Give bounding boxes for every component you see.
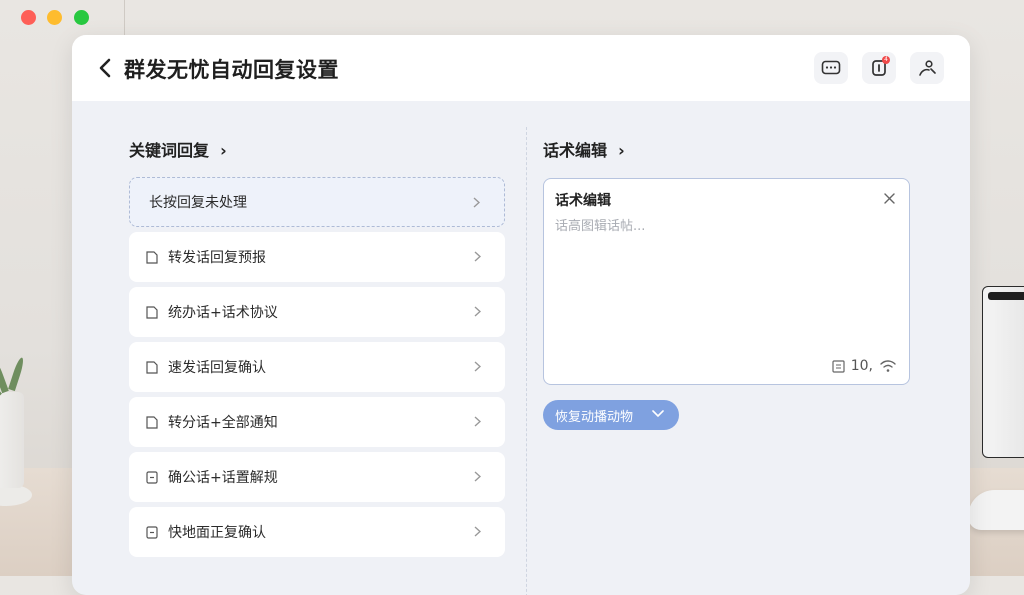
list-item-label: 转发话回复预报 — [168, 250, 266, 266]
list-item-label: 快地面正复确认 — [168, 525, 266, 541]
router-top — [988, 292, 1024, 300]
action-dropdown[interactable]: 恢复动播动物 — [543, 400, 679, 430]
router-device — [982, 286, 1024, 458]
document-icon — [146, 305, 158, 319]
list-item-label: 转分话+全部通知 — [168, 415, 278, 431]
chevron-right-icon — [473, 197, 480, 208]
plant-leaf — [8, 356, 26, 392]
back-arrow-icon[interactable] — [94, 53, 118, 83]
column-divider — [526, 127, 527, 595]
page-title: 群发无忧自动回复设置 — [124, 58, 339, 82]
chevron-right-icon — [474, 306, 481, 317]
editor-placeholder[interactable]: 话高图辑话帖... — [555, 215, 645, 234]
list-item[interactable]: 快地面正复确认 — [129, 507, 505, 557]
document-icon — [146, 250, 158, 264]
image-icon[interactable] — [832, 359, 845, 373]
document-icon — [146, 470, 158, 484]
list-item-label: 速发话回复确认 — [168, 360, 266, 376]
script-edit-title-text: 话术编辑 — [543, 141, 608, 160]
close-window-button[interactable] — [21, 10, 36, 25]
wifi-icon[interactable] — [879, 359, 897, 373]
close-icon[interactable] — [884, 193, 895, 204]
list-item[interactable]: 转分话+全部通知 — [129, 397, 505, 447]
chevron-right-icon: › — [214, 141, 227, 160]
plant-pot — [0, 392, 24, 488]
chevron-right-icon — [474, 526, 481, 537]
char-count: 10, — [850, 358, 873, 374]
document-icon — [146, 360, 158, 374]
chat-button[interactable] — [814, 52, 848, 84]
document-icon — [146, 415, 158, 429]
script-editor[interactable]: 话术编辑 话高图辑话帖... 10, — [543, 178, 910, 385]
keyword-list: 长按回复未处理 转发话回复预报 统办话+话术协议 速发话回复确认 转分话+全部通… — [129, 177, 505, 562]
notification-button[interactable]: 4 — [862, 52, 896, 84]
list-item[interactable]: 转发话回复预报 — [129, 232, 505, 282]
notification-badge: 4 — [882, 56, 890, 64]
editor-title: 话术编辑 — [555, 193, 611, 209]
wall-edge — [124, 0, 125, 40]
list-item-label: 统办话+话术协议 — [168, 305, 278, 321]
maximize-window-button[interactable] — [74, 10, 89, 25]
user-settings-icon — [919, 60, 936, 76]
list-item[interactable]: 统办话+话术协议 — [129, 287, 505, 337]
keyword-reply-title-text: 关键词回复 — [129, 141, 210, 160]
document-icon — [146, 525, 158, 539]
editor-footer: 10, — [832, 358, 897, 374]
chevron-right-icon: › — [612, 141, 625, 160]
chevron-right-icon — [474, 471, 481, 482]
list-item-label: 确公话+话置解规 — [168, 470, 278, 486]
list-item[interactable]: 确公话+话置解规 — [129, 452, 505, 502]
chevron-right-icon — [474, 251, 481, 262]
list-item[interactable]: 长按回复未处理 — [129, 177, 505, 227]
chevron-right-icon — [474, 416, 481, 427]
script-edit-title[interactable]: 话术编辑 › — [543, 137, 625, 161]
user-settings-button[interactable] — [910, 52, 944, 84]
list-item[interactable]: 速发话回复确认 — [129, 342, 505, 392]
computer-mouse — [968, 490, 1024, 530]
app-window: 群发无忧自动回复设置 4 关键词回复 › 长按回复未处理 转发话回复预报 统办话… — [72, 35, 970, 595]
header-bar: 群发无忧自动回复设置 4 — [72, 35, 970, 101]
chat-icon — [821, 60, 841, 75]
keyword-reply-title[interactable]: 关键词回复 › — [129, 137, 227, 161]
dropdown-label: 恢复动播动物 — [555, 409, 634, 425]
chevron-right-icon — [474, 361, 481, 372]
list-item-label: 长按回复未处理 — [149, 195, 247, 211]
minimize-window-button[interactable] — [47, 10, 62, 25]
chevron-down-icon — [652, 410, 664, 418]
